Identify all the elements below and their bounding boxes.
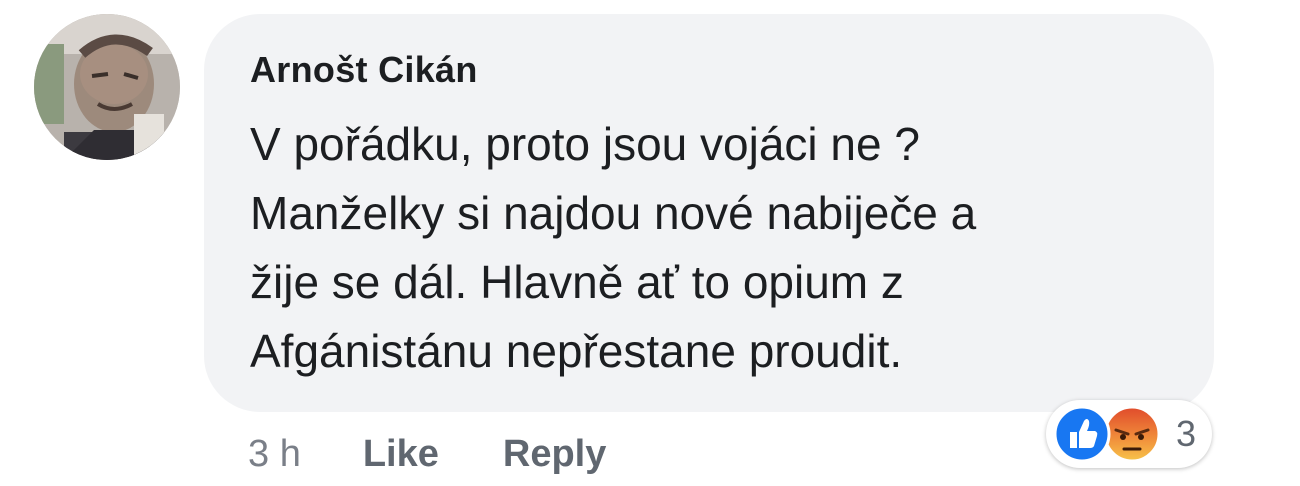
comment-bubble: Arnošt Cikán V pořádku, proto jsou vojác… (204, 14, 1214, 412)
avatar[interactable] (34, 14, 180, 160)
comment-text-line: Afgánistánu nepřestane proudit. (250, 325, 903, 377)
like-button[interactable]: Like (363, 433, 439, 476)
like-icon (1053, 405, 1111, 463)
comment-text-line: Manželky si najdou nové nabiječe a (250, 187, 977, 239)
comment: Arnošt Cikán V pořádku, proto jsou vojác… (0, 0, 1300, 486)
comment-text-line: V pořádku, proto jsou vojáci ne ? (250, 118, 920, 170)
comment-text-line: žije se dál. Hlavně ať to opium z (250, 256, 904, 308)
comment-text: V pořádku, proto jsou vojáci ne ? Manžel… (250, 110, 1190, 386)
comment-actions: 3 h Like Reply (248, 426, 606, 482)
reply-button[interactable]: Reply (503, 433, 606, 476)
reactions-summary[interactable]: 3 (1046, 400, 1212, 468)
timestamp[interactable]: 3 h (248, 433, 301, 476)
reaction-count: 3 (1176, 413, 1197, 454)
author-name[interactable]: Arnošt Cikán (250, 48, 1174, 92)
